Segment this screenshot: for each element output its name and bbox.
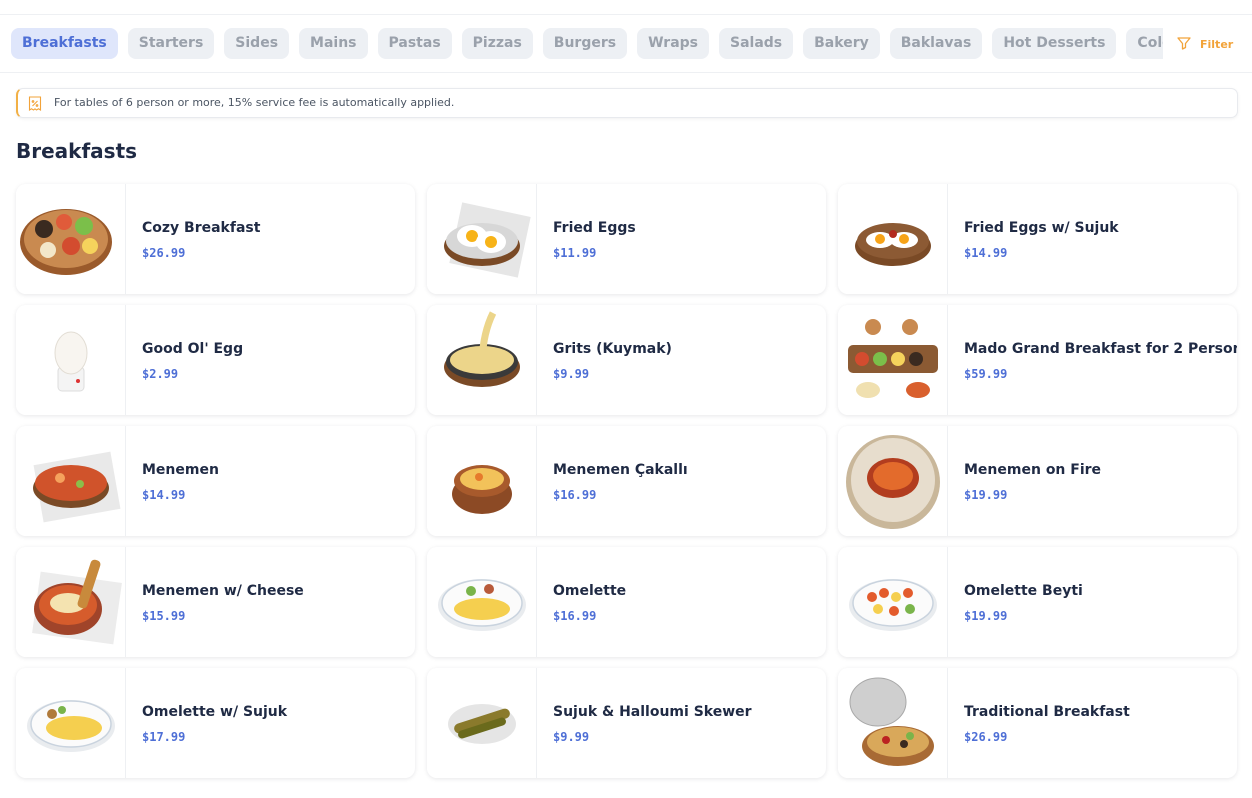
menu-item-name: Traditional Breakfast: [964, 704, 1130, 720]
menemen-bowl-icon: [452, 465, 512, 514]
eggs-sujuk-pan-icon: [855, 223, 931, 266]
menu-item-card[interactable]: Omelette w/ Sujuk $17.99: [16, 668, 415, 778]
menu-item-name: Menemen w/ Cheese: [142, 583, 304, 599]
category-tab-sides[interactable]: Sides: [224, 28, 290, 59]
menu-item-card[interactable]: Cozy Breakfast $26.99: [16, 184, 415, 294]
menu-item-name: Menemen: [142, 462, 219, 478]
menu-item-image: [838, 184, 948, 294]
filter-label: Filter: [1200, 38, 1234, 51]
kuymak-pan-icon: [444, 311, 520, 387]
category-tab-salads[interactable]: Salads: [719, 28, 794, 59]
menu-item-card[interactable]: Grits (Kuymak) $9.99: [427, 305, 826, 415]
category-bar: Breakfasts Starters Sides Mains Pastas Pizzas…: [0, 15, 1252, 73]
filter-button[interactable]: Filter: [1176, 35, 1233, 53]
menu-item-image: [427, 426, 537, 536]
menu-item-image: [838, 547, 948, 657]
menu-item-image: [427, 184, 537, 294]
menu-item-price: $9.99: [553, 730, 590, 744]
menu-item-card[interactable]: Menemen Çakallı $16.99: [427, 426, 826, 536]
menu-item-card[interactable]: Sujuk & Halloumi Skewer $9.99: [427, 668, 826, 778]
menu-item-image: [838, 668, 948, 778]
menu-item-name: Mado Grand Breakfast for 2 Person: [964, 341, 1237, 357]
receipt-percent-icon: [28, 96, 42, 111]
menu-item-name: Sujuk & Halloumi Skewer: [553, 704, 752, 720]
fried-eggs-pan-icon: [444, 202, 531, 278]
menu-item-card[interactable]: Omelette $16.99: [427, 547, 826, 657]
menu-item-price: $19.99: [964, 609, 1008, 623]
menu-item-price: $59.99: [964, 367, 1008, 381]
menu-item-price: $16.99: [553, 488, 597, 502]
category-tabs[interactable]: Breakfasts Starters Sides Mains Pastas Pizzas…: [11, 28, 1163, 60]
category-tab-bakery[interactable]: Bakery: [803, 28, 880, 59]
menu-item-image: [427, 668, 537, 778]
menu-item-name: Fried Eggs: [553, 220, 636, 236]
menu-item-name: Menemen on Fire: [964, 462, 1102, 478]
menu-item-card[interactable]: Menemen $14.99: [16, 426, 415, 536]
menu-item-name: Grits (Kuymak): [553, 341, 672, 357]
category-tab-pastas[interactable]: Pastas: [377, 28, 452, 59]
menu-item-name: Good Ol' Egg: [142, 341, 244, 357]
category-tab-burgers[interactable]: Burgers: [542, 28, 628, 59]
service-fee-notice: For tables of 6 person or more, 15% serv…: [16, 88, 1238, 118]
grand-breakfast-board-icon: [848, 319, 938, 398]
menu-item-card[interactable]: Good Ol' Egg $2.99: [16, 305, 415, 415]
omelette-sujuk-plate-icon: [27, 700, 115, 752]
copper-pan-lid-icon: [849, 677, 934, 766]
category-tab-baklavas[interactable]: Baklavas: [889, 28, 983, 59]
menemen-cheese-bowl-icon: [32, 559, 122, 645]
menemen-tray-icon: [846, 435, 940, 529]
menu-item-image: [16, 426, 126, 536]
menu-item-image: [838, 426, 948, 536]
category-tab-starters[interactable]: Starters: [127, 28, 215, 59]
menu-item-name: Omelette w/ Sujuk: [142, 704, 288, 720]
menemen-pan-icon: [33, 451, 121, 523]
menu-item-image: [427, 547, 537, 657]
section-title: Breakfasts: [16, 139, 138, 163]
menu-item-price: $16.99: [553, 609, 597, 623]
menu-item-price: $9.99: [553, 367, 590, 381]
omelette-beyti-plate-icon: [849, 579, 937, 631]
skewer-plate-icon: [448, 704, 516, 744]
menu-item-price: $19.99: [964, 488, 1008, 502]
menu-item-image: [427, 305, 537, 415]
menu-item-name: Omelette Beyti: [964, 583, 1083, 599]
filter-icon: [1177, 37, 1191, 50]
menu-item-name: Omelette: [553, 583, 627, 599]
category-tab-pizzas[interactable]: Pizzas: [461, 28, 533, 59]
omelette-plate-icon: [438, 579, 526, 631]
category-tab-breakfasts[interactable]: Breakfasts: [11, 28, 118, 59]
menu-item-card[interactable]: Omelette Beyti $19.99: [838, 547, 1237, 657]
category-tab-mains[interactable]: Mains: [299, 28, 368, 59]
menu-item-price: $26.99: [964, 730, 1008, 744]
menu-item-name: Menemen Çakallı: [553, 462, 688, 478]
menu-item-card[interactable]: Mado Grand Breakfast for 2 Person $59.99: [838, 305, 1237, 415]
menu-item-image: [16, 547, 126, 657]
menu-item-card[interactable]: Fried Eggs w/ Sujuk $14.99: [838, 184, 1237, 294]
menu-item-image: [16, 184, 126, 294]
breakfast-platter-icon: [20, 209, 112, 275]
menu-item-name: Cozy Breakfast: [142, 220, 261, 236]
menu-item-price: $14.99: [964, 246, 1008, 260]
notice-text: For tables of 6 person or more, 15% serv…: [54, 96, 455, 109]
category-tab-cold-desserts[interactable]: Cold Desserts: [1126, 28, 1163, 59]
category-tab-hot-desserts[interactable]: Hot Desserts: [992, 28, 1117, 59]
menu-item-price: $17.99: [142, 730, 186, 744]
menu-item-price: $15.99: [142, 609, 186, 623]
menu-item-name: Fried Eggs w/ Sujuk: [964, 220, 1119, 236]
menu-item-price: $14.99: [142, 488, 186, 502]
menu-item-image: [838, 305, 948, 415]
menu-item-image: [16, 668, 126, 778]
menu-item-card[interactable]: Fried Eggs $11.99: [427, 184, 826, 294]
menu-item-price: $26.99: [142, 246, 186, 260]
menu-item-price: $2.99: [142, 367, 179, 381]
boiled-egg-icon: [54, 331, 88, 392]
category-tab-wraps[interactable]: Wraps: [637, 28, 709, 59]
menu-item-card[interactable]: Menemen w/ Cheese $15.99: [16, 547, 415, 657]
menu-item-card[interactable]: Traditional Breakfast $26.99: [838, 668, 1237, 778]
menu-item-card[interactable]: Menemen on Fire $19.99: [838, 426, 1237, 536]
menu-item-price: $11.99: [553, 246, 597, 260]
menu-item-image: [16, 305, 126, 415]
